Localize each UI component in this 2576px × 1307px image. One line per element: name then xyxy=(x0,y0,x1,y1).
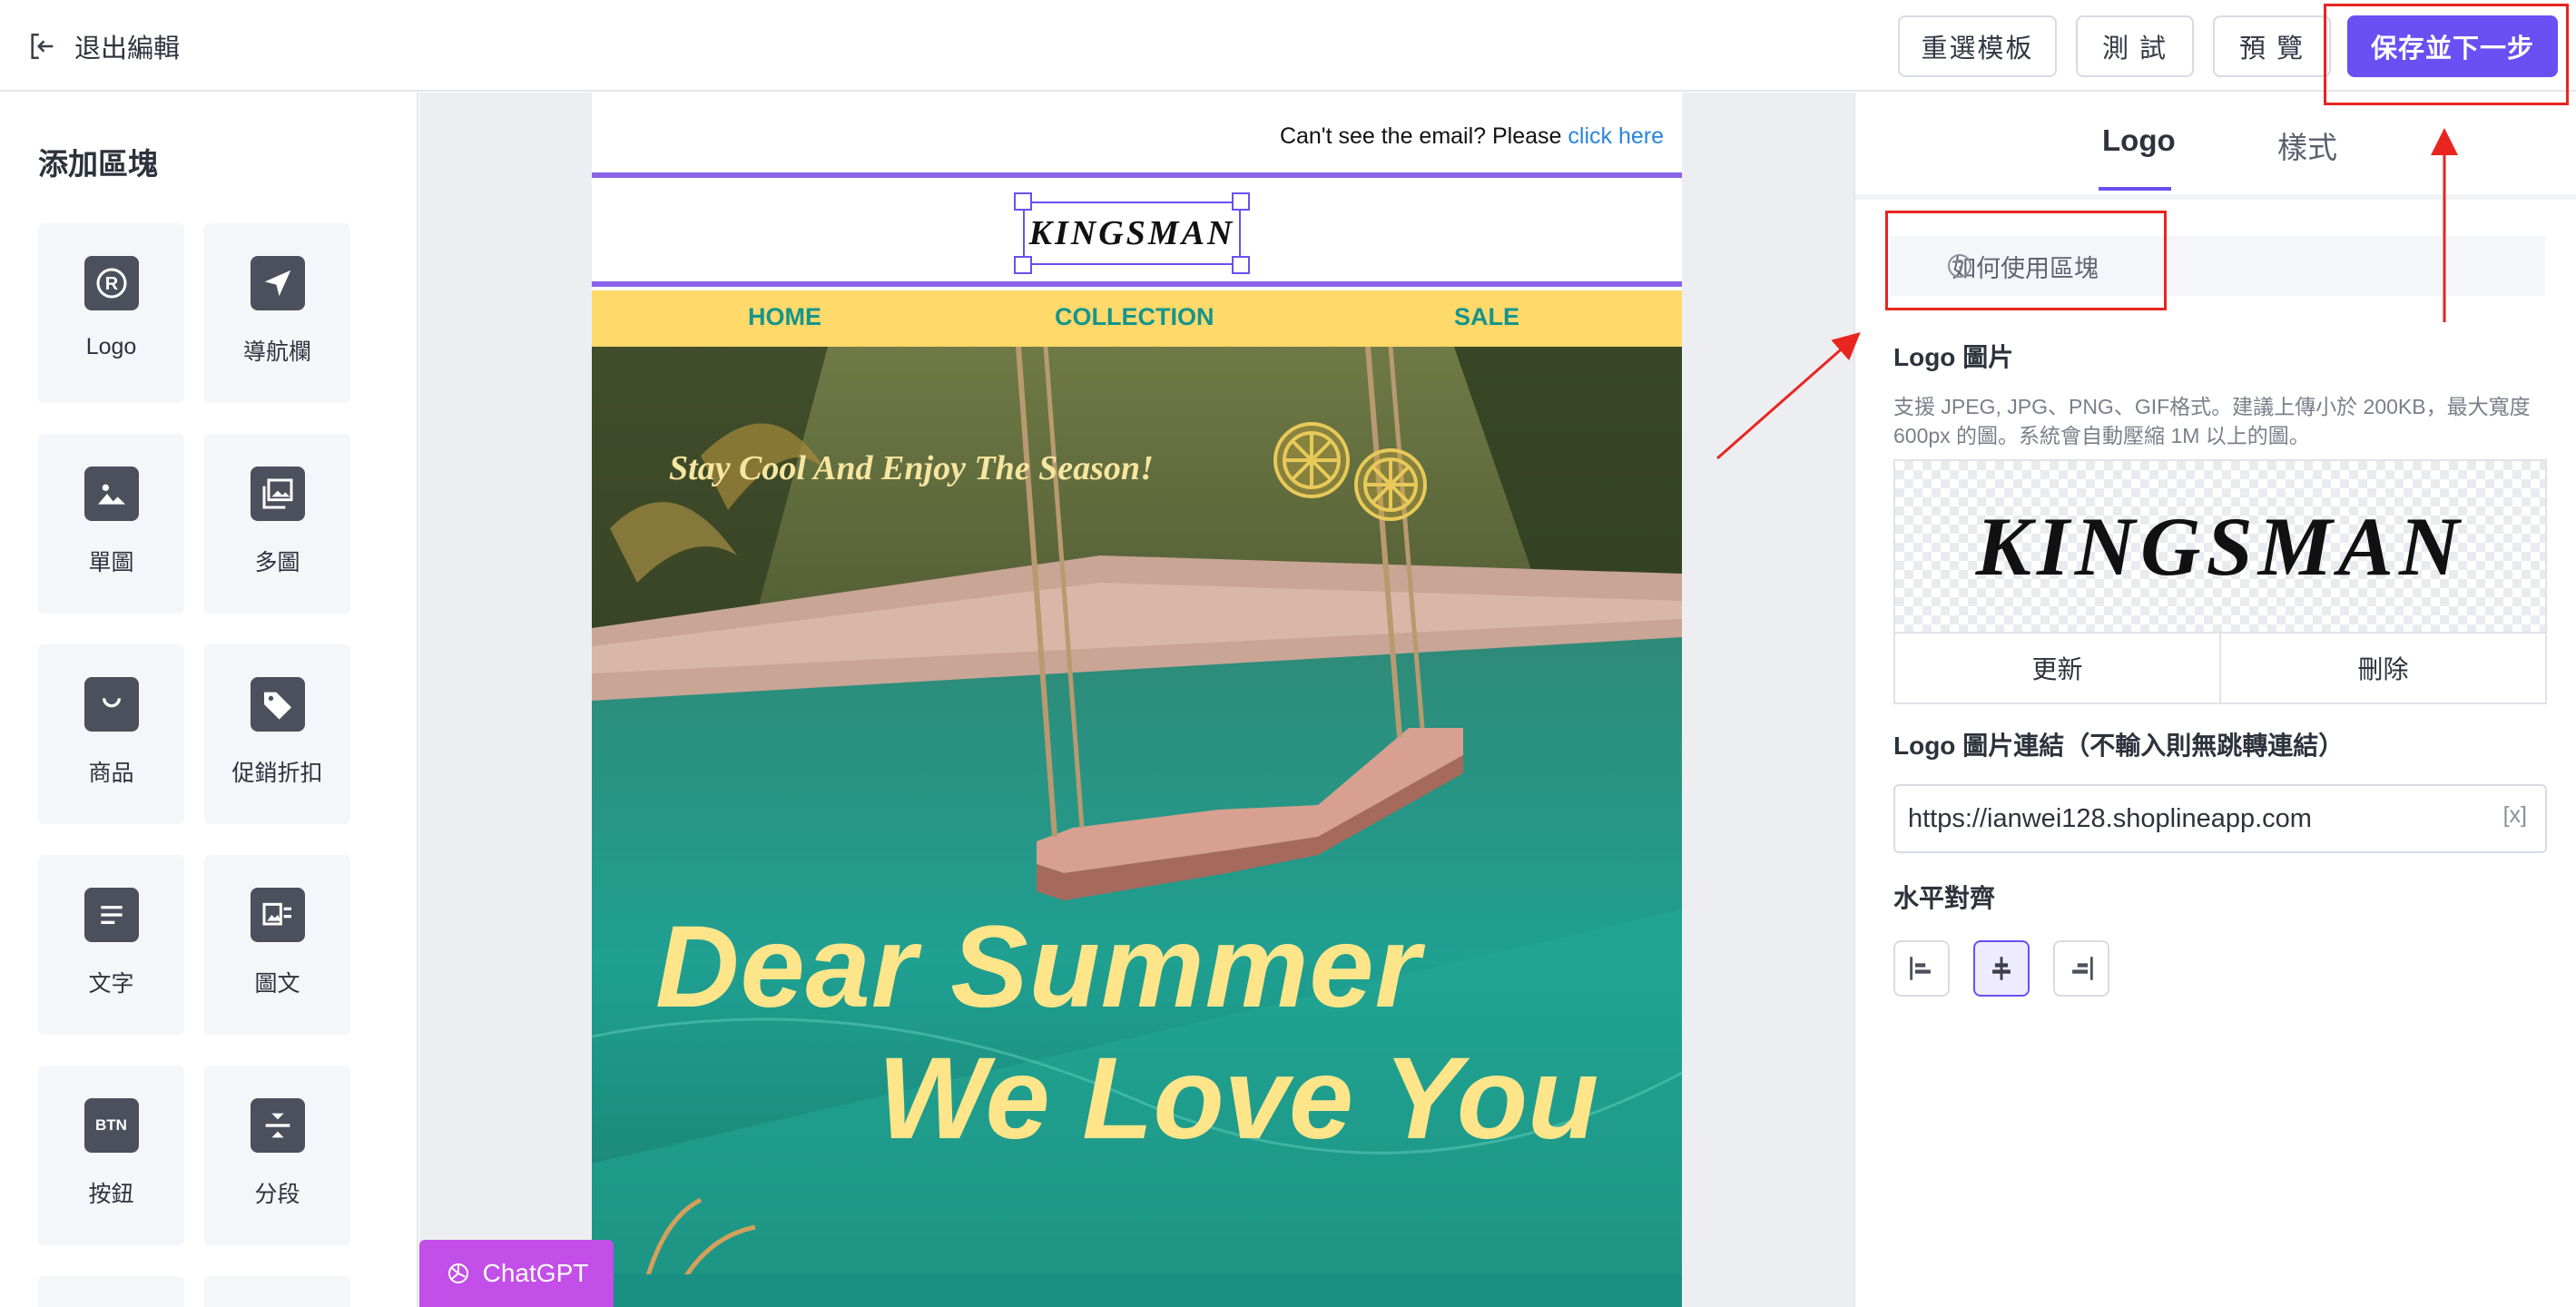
logo-link-input[interactable]: https://ianwei128.shoplineapp.com [x] xyxy=(1893,784,2547,853)
block-logo[interactable]: R Logo xyxy=(38,223,184,403)
resize-handle[interactable] xyxy=(1232,192,1250,211)
price-tag-icon xyxy=(250,677,305,732)
logo-link-title: Logo 圖片連結（不輸入則無跳轉連結） xyxy=(1893,732,2345,760)
update-image-button[interactable]: 更新 xyxy=(1895,634,2219,703)
logo-block-selected[interactable]: KINGSMAN xyxy=(592,172,1682,287)
resize-handle[interactable] xyxy=(1014,192,1032,211)
email-logo[interactable]: KINGSMAN xyxy=(1023,201,1241,265)
logo-image-help: 支援 JPEG, JPG、PNG、GIF格式。建議上傳小於 200KB，最大寬度… xyxy=(1893,395,2531,447)
logo-r-icon: R xyxy=(84,256,139,310)
block-label: 按鈕 xyxy=(88,1182,134,1207)
nav-collection[interactable]: COLLECTION xyxy=(1055,303,1214,331)
navigation-arrow-icon xyxy=(250,256,305,310)
block-more[interactable] xyxy=(38,1276,184,1307)
hero-image[interactable]: Stay Cool And Enjoy The Season! Dear Sum… xyxy=(592,347,1682,1282)
logo-image-title: Logo 圖片 xyxy=(1893,343,2014,371)
resize-handle[interactable] xyxy=(1232,256,1250,274)
horizontal-align-title: 水平對齊 xyxy=(1893,884,1996,912)
reselect-template-button[interactable]: 重選模板 xyxy=(1898,15,2057,77)
block-label: 商品 xyxy=(88,761,134,786)
nav-sale[interactable]: SALE xyxy=(1454,303,1519,331)
block-label: 文字 xyxy=(88,971,134,997)
block-text[interactable]: 文字 xyxy=(38,855,184,1035)
clear-input-button[interactable]: [x] xyxy=(2503,802,2527,829)
hero-headline-2: We Love You xyxy=(878,1034,1599,1164)
button-icon: BTN xyxy=(84,1098,139,1153)
highlight-how-to-use xyxy=(1885,211,2167,310)
block-more[interactable] xyxy=(204,1276,350,1307)
block-label: 多圖 xyxy=(254,550,300,575)
hero-tagline: Stay Cool And Enjoy The Season! xyxy=(669,449,1154,487)
preheader: Can't see the email? Please click here xyxy=(1280,123,1664,150)
preview-button[interactable]: 預 覽 xyxy=(2213,15,2331,77)
block-divider[interactable]: 分段 xyxy=(204,1066,350,1245)
multi-image-icon xyxy=(250,467,305,521)
divider-icon xyxy=(250,1098,305,1153)
shopping-bag-icon xyxy=(84,677,139,732)
align-right-button[interactable] xyxy=(2053,940,2109,997)
block-navigation[interactable]: 導航欄 xyxy=(204,223,350,403)
block-product[interactable]: 商品 xyxy=(38,644,184,824)
text-icon xyxy=(84,888,139,942)
tab-logo[interactable]: Logo xyxy=(2102,123,2176,158)
block-multi-image[interactable]: 多圖 xyxy=(204,434,350,614)
nav-home[interactable]: HOME xyxy=(748,303,821,331)
add-block-panel: 添加區塊 R Logo 導航欄 單圖 多圖 商品 促銷折扣 文字 圖文 BTN … xyxy=(0,93,418,1307)
exit-edit-label: 退出編輯 xyxy=(74,34,181,64)
svg-text:R: R xyxy=(104,274,118,294)
block-label: 促銷折扣 xyxy=(231,761,323,786)
block-label: 圖文 xyxy=(254,971,300,997)
highlight-save-next xyxy=(2324,4,2569,105)
exit-icon xyxy=(31,33,54,60)
tab-style[interactable]: 樣式 xyxy=(2277,123,2337,167)
block-label: 單圖 xyxy=(88,550,134,575)
active-tab-indicator xyxy=(2099,187,2171,191)
tab-divider xyxy=(1855,194,2576,200)
hero-headline-1: Dear Summer xyxy=(655,902,1421,1032)
preheader-text: Can't see the email? Please xyxy=(1279,123,1568,149)
email-nav: HOME COLLECTION SALE xyxy=(592,290,1682,347)
align-right-icon xyxy=(2072,957,2093,980)
email-next-section xyxy=(592,1274,1682,1307)
align-left-icon xyxy=(1910,957,1931,980)
block-button[interactable]: BTN 按鈕 xyxy=(38,1066,184,1245)
exit-edit-button[interactable]: 退出編輯 xyxy=(27,27,180,65)
openai-icon xyxy=(447,1263,468,1283)
block-single-image[interactable]: 單圖 xyxy=(38,434,184,614)
block-label: Logo xyxy=(85,334,137,359)
image-text-icon xyxy=(250,888,305,942)
block-label: 導航欄 xyxy=(242,339,311,365)
top-bar: 退出編輯 重選模板 測 試 預 覽 保存並下一步 xyxy=(0,0,2576,92)
block-promotion[interactable]: 促銷折扣 xyxy=(204,644,350,824)
logo-image-actions: 更新 刪除 xyxy=(1893,632,2547,704)
add-block-title: 添加區塊 xyxy=(38,147,158,181)
logo-image-preview: KINGSMAN xyxy=(1893,459,2547,632)
email-preview: Can't see the email? Please click here K… xyxy=(592,93,1682,1307)
logo-link-value: https://ianwei128.shoplineapp.com xyxy=(1908,803,2312,833)
block-label: 分段 xyxy=(254,1182,300,1207)
image-icon xyxy=(84,467,139,521)
chatgpt-button[interactable]: ChatGPT xyxy=(419,1240,614,1307)
align-center-icon xyxy=(1992,957,2011,980)
delete-image-button[interactable]: 刪除 xyxy=(2219,634,2545,703)
block-image-text[interactable]: 圖文 xyxy=(204,855,350,1035)
preheader-link[interactable]: click here xyxy=(1568,123,1664,149)
resize-handle[interactable] xyxy=(1014,256,1032,274)
chatgpt-label: ChatGPT xyxy=(482,1259,589,1287)
align-left-button[interactable] xyxy=(1893,940,1950,997)
align-center-button[interactable] xyxy=(1973,940,2030,997)
test-button[interactable]: 測 試 xyxy=(2076,15,2194,77)
